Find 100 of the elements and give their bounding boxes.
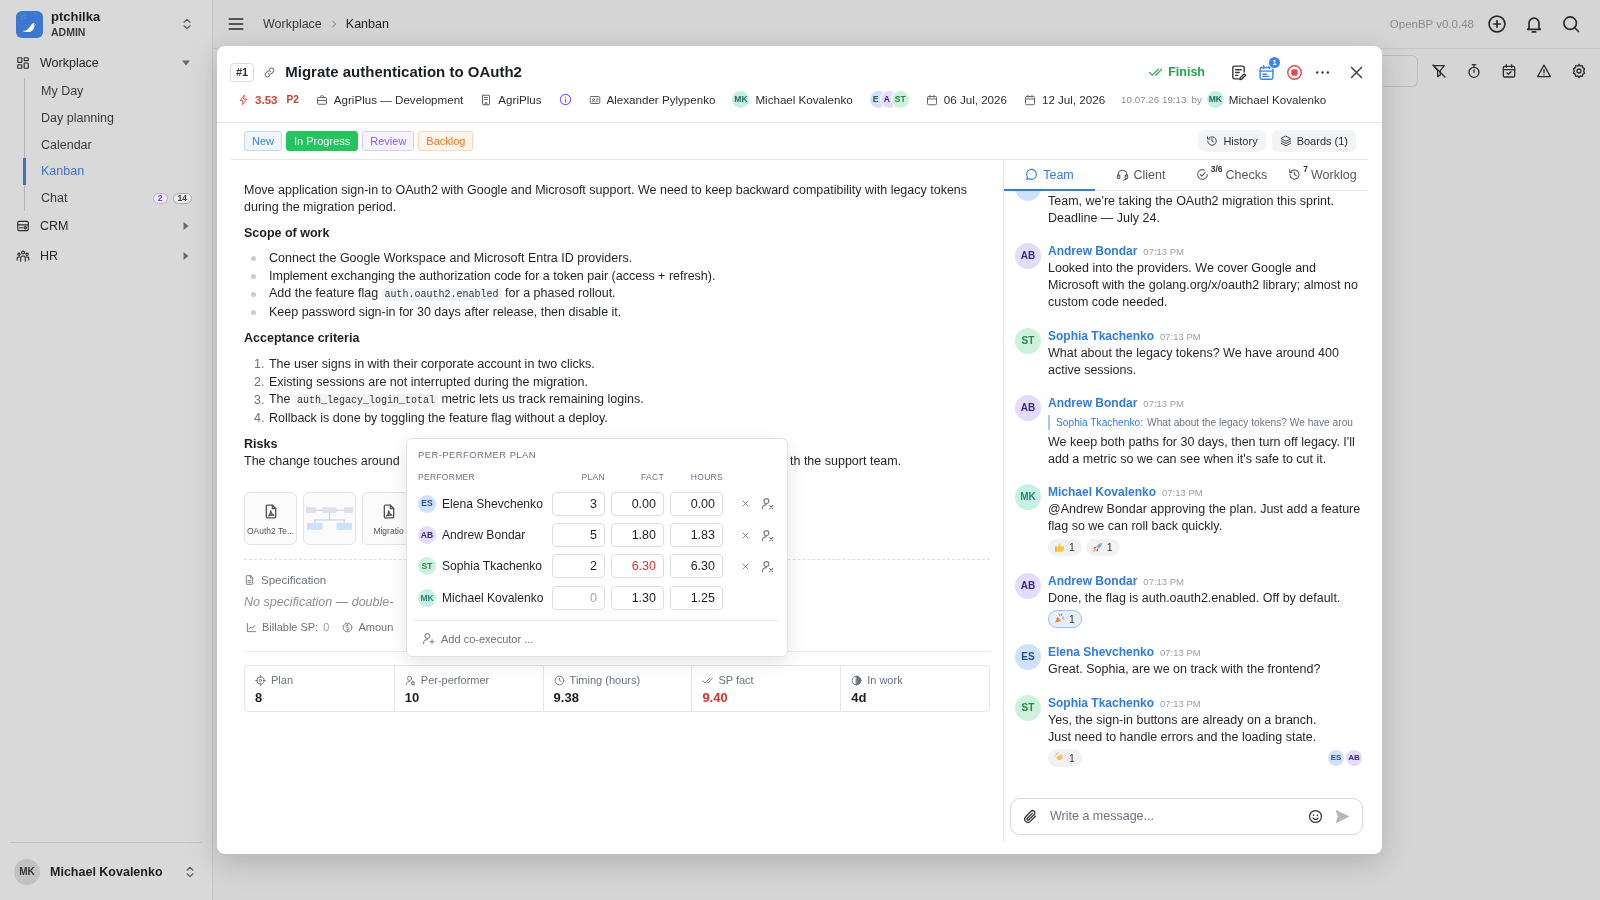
search-icon[interactable]: [1561, 14, 1581, 34]
plan-field[interactable]: 2: [552, 554, 605, 579]
author-name[interactable]: Sophia Tkachenko: [1048, 327, 1155, 345]
avatar: ST: [891, 91, 909, 108]
project-name[interactable]: AgriPlus — Development: [333, 93, 464, 106]
fact-field[interactable]: 1.30: [611, 585, 664, 610]
chat-tab[interactable]: 7 Worklog: [1277, 160, 1368, 191]
calendar-check-icon[interactable]: [1501, 63, 1517, 79]
nav-item[interactable]: Calendar: [23, 131, 192, 159]
nav-group[interactable]: Workplace: [0, 48, 192, 78]
hours-field[interactable]: 1.83: [670, 523, 723, 548]
section-heading: Acceptance criteria: [244, 330, 360, 348]
status-tab[interactable]: New: [244, 131, 282, 151]
smiley-icon[interactable]: [1308, 808, 1323, 824]
paperclip-icon[interactable]: [1023, 808, 1038, 824]
by-label: by: [1191, 94, 1202, 105]
message-text: Team, we're taking the OAuth2 migration this sprint. Deadline — July 24.: [1048, 192, 1335, 227]
add-icon[interactable]: [1487, 14, 1507, 34]
input-field[interactable]: [1383, 55, 1418, 87]
nav-item[interactable]: My Day: [23, 78, 192, 105]
description-text: Move application sign-in to OAuth2 with Google and Microsoft support. We need to keep backward compatibility with legacy tokens during the migration period.: [244, 182, 969, 216]
avatar: ST: [1015, 327, 1041, 354]
reply-text: What about the legacy tokens? We have arou: [1147, 415, 1353, 430]
list-item: The user signs in with their corporate account in two clicks.: [268, 355, 595, 373]
nav-group[interactable]: HR: [0, 241, 192, 272]
section-heading: Risks: [244, 436, 278, 454]
reply-quote[interactable]: Sophia Tkachenko: What about the legacy tokens? We have arou: [1048, 414, 1353, 430]
billable-label: Billable SP:: [262, 620, 319, 636]
assignee-name: Michael Kovalenko: [755, 93, 853, 106]
message-field[interactable]: Write a message...: [1010, 797, 1363, 835]
breadcrumb-link[interactable]: Workplace: [263, 17, 322, 31]
history-icon: [1288, 168, 1302, 181]
list-number: 1.: [254, 355, 265, 373]
stopwatch-icon[interactable]: [1466, 63, 1482, 79]
clock-icon: [553, 674, 565, 686]
warning-icon[interactable]: [1536, 63, 1552, 79]
description-text: The change touches around: [244, 453, 400, 471]
people-icon: [16, 249, 30, 264]
attachment-card[interactable]: OAuth2 Te...: [244, 492, 297, 546]
list-item: Add the feature flag auth.oauth2.enabled for a phased rollout.: [269, 285, 616, 304]
plan-field[interactable]: 3: [552, 491, 605, 516]
settings-icon[interactable]: [1571, 63, 1587, 79]
priority-label: P2: [286, 94, 299, 105]
calendar-icon: [925, 93, 938, 106]
breadcrumb-link[interactable]: Kanban: [345, 17, 389, 31]
info-icon[interactable]: [558, 93, 572, 106]
status-tab[interactable]: Review: [362, 131, 415, 151]
nav-item[interactable]: Day planning: [23, 104, 192, 132]
nav-group[interactable]: CRM: [0, 211, 192, 242]
add-co-executor-field[interactable]: Add co-executor ...: [441, 632, 775, 645]
chat-tab[interactable]: 3/6 Checks: [1186, 160, 1277, 191]
performer-name: Andrew Bondar: [442, 528, 526, 543]
chat-tab[interactable]: Client: [1095, 160, 1186, 191]
workspace-role: ADMIN: [51, 26, 86, 39]
author-name[interactable]: Michael Kovalenko: [1048, 484, 1157, 501]
bell-icon[interactable]: [1524, 14, 1544, 34]
user-x-icon[interactable]: [761, 497, 774, 511]
reaction-chip[interactable]: 1: [1048, 749, 1082, 767]
author-name[interactable]: Elena Shevchenko: [1048, 644, 1155, 661]
author-name[interactable]: Andrew Bondar: [1048, 395, 1138, 412]
hours-field[interactable]: 1.25: [670, 585, 723, 610]
avatar: AB: [1015, 395, 1041, 421]
layers-icon: [1279, 135, 1292, 147]
avatar: ST: [1015, 694, 1041, 721]
reaction-chip[interactable]: 1: [1048, 610, 1082, 628]
fact-field[interactable]: 0.00: [611, 491, 664, 516]
rocket-icon: [1091, 541, 1103, 553]
building-icon: [480, 93, 493, 106]
calendar-icon: [1023, 93, 1036, 106]
link-icon[interactable]: [263, 65, 277, 79]
notes-icon[interactable]: [1229, 63, 1247, 81]
reaction-chip[interactable]: 1: [1085, 538, 1120, 556]
filter-off-icon[interactable]: [1431, 63, 1447, 79]
calendar-icon[interactable]: [1257, 63, 1275, 81]
stat-value: 10: [404, 689, 420, 706]
avatar: ST: [418, 557, 436, 576]
author-name[interactable]: Andrew Bondar: [1048, 572, 1138, 590]
nav-item[interactable]: Chat 2 14: [23, 184, 192, 212]
stop-icon[interactable]: [1285, 63, 1303, 81]
message-text: Done, the flag is auth.oauth2.enabled. Off by default.: [1048, 589, 1341, 607]
list-number: 2.: [254, 373, 265, 391]
author-name[interactable]: Sophia Tkachenko: [1048, 694, 1155, 712]
list-item: Connect the Google Workspace and Microsoft Entra ID providers.: [269, 250, 633, 267]
hours-field[interactable]: 6.30: [670, 554, 723, 579]
reaction-chip[interactable]: 1: [1048, 538, 1082, 556]
client-name[interactable]: AgriPlus: [498, 93, 542, 106]
user-x-icon[interactable]: [761, 528, 774, 542]
empty-specification-text: No specification — double-: [244, 593, 394, 610]
message-input[interactable]: Write a message...: [1050, 809, 1296, 824]
tab-counter: 7: [1303, 165, 1309, 174]
hours-field[interactable]: 0.00: [670, 491, 723, 516]
fact-field[interactable]: 6.30: [611, 554, 664, 579]
boards-button[interactable]: Boards (1): [1271, 130, 1356, 152]
fact-field[interactable]: 1.80: [611, 523, 664, 548]
history-button[interactable]: History: [1198, 130, 1266, 152]
user-x-icon[interactable]: [761, 559, 774, 573]
message-time: 07:13 PM: [1160, 696, 1201, 711]
author-name[interactable]: Andrew Bondar: [1048, 243, 1138, 260]
plan-field[interactable]: 0: [552, 585, 605, 610]
plan-field[interactable]: 5: [552, 523, 605, 548]
